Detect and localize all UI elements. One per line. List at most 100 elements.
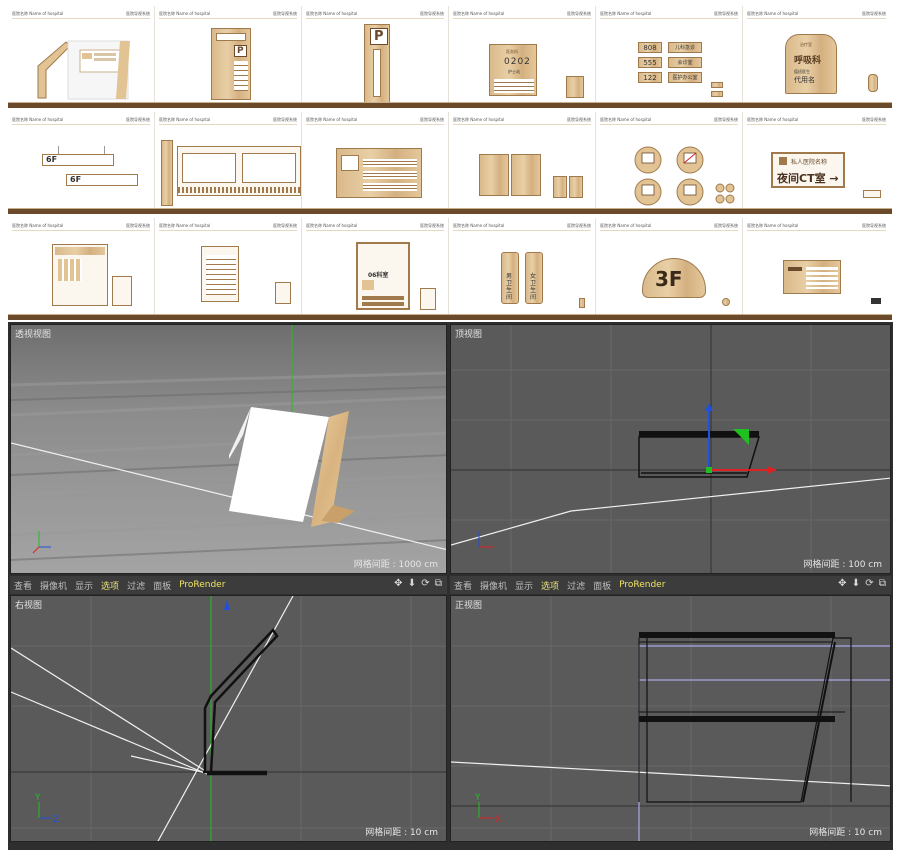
bulletin-mini xyxy=(420,288,436,310)
arrow-right-icon: → xyxy=(829,172,839,185)
viewport-label: 正视图 xyxy=(455,601,483,611)
top-viewport[interactable]: 顶视图 网格间距 : 100 cm xyxy=(450,324,891,574)
dept-tag: 治疗室 xyxy=(800,42,812,47)
room-subtitle: 护士站 xyxy=(508,69,520,74)
billboard-side-panel xyxy=(161,140,173,206)
menu-camera[interactable]: 摄像机 xyxy=(40,579,67,592)
catalog-cell[interactable]: 医院名称 Name of hospital 医院导视系统 06科室 xyxy=(302,218,449,314)
catalog-cell[interactable]: 医院名称 Name of hospital 医院导视系统 xyxy=(8,6,155,102)
cell-header-right: 医院导视系统 xyxy=(567,11,591,16)
respiratory-sign-mini xyxy=(868,74,878,92)
dept-number-plate: 122 xyxy=(638,72,662,83)
catalog-cell[interactable]: 医院名称 Name of hospital 医院导视系统 xyxy=(302,112,449,208)
cell-rule xyxy=(600,18,738,19)
cell-header-left: 医院名称 Name of hospital xyxy=(306,11,358,16)
menu-prorender[interactable]: ProRender xyxy=(619,580,665,590)
row-divider-band xyxy=(8,103,892,108)
doctor-name: 代用名 xyxy=(794,76,815,84)
axis-z-label: Z xyxy=(53,815,59,825)
notice-mini xyxy=(569,176,583,198)
cell-header-right: 医院导视系统 xyxy=(714,11,738,16)
room-door-sign-small xyxy=(566,76,584,98)
catalog-cell[interactable]: 医院名称 Name of hospital 医院导视系统 xyxy=(155,218,302,314)
catalog-cell[interactable]: 医院名称 Name of hospital 医院导视系统 808 儿科急诊 55… xyxy=(596,6,743,102)
catalog-cell[interactable]: 医院名称 Name of hospital 医院导视系统 6F 6F xyxy=(8,112,155,208)
axis-y-label: Y xyxy=(34,793,41,803)
cell-rule xyxy=(600,230,738,231)
catalog-cell[interactable]: 医院名称 Name of hospital 医院导视系统 男卫生间 女卫生间 xyxy=(449,218,596,314)
front-viewport[interactable]: Y X 正视图 网格间距 : 10 cm xyxy=(450,595,891,842)
menu-filter[interactable]: 过滤 xyxy=(567,579,585,592)
perspective-scene xyxy=(11,325,446,573)
right-viewport[interactable]: Y Z 右视图 网格间距 : 10 cm xyxy=(10,595,447,842)
cell-header-left: 医院名称 Name of hospital xyxy=(159,117,211,122)
parking-mark: P xyxy=(370,28,388,45)
menu-display[interactable]: 显示 xyxy=(515,579,533,592)
cell-rule xyxy=(453,230,591,231)
rules-board xyxy=(201,246,239,302)
hanging-floor-sign-top: 6F xyxy=(42,154,114,166)
viewport-tools-icon[interactable]: ✥ ⬇ ⟳ ⧉ xyxy=(394,578,443,589)
catalog-row-1: 医院名称 Name of hospital 医院导视系统 医院名称 Name o… xyxy=(8,6,892,108)
front-view-scene: Y X xyxy=(451,596,890,841)
viewport-tools-icon[interactable]: ✥ ⬇ ⟳ ⧉ xyxy=(838,578,887,589)
dept-number-plate: 808 xyxy=(638,42,662,53)
cell-rule xyxy=(306,18,444,19)
dept-title: 呼吸科 xyxy=(794,56,822,66)
directory-mini xyxy=(871,298,881,304)
cell-rule xyxy=(159,18,297,19)
ct-label-text: 夜间CT室 xyxy=(777,172,826,185)
menu-view[interactable]: 查看 xyxy=(454,579,472,592)
floor-number: 3F xyxy=(655,267,683,291)
room-door-sign: 医务科 0202 护士站 xyxy=(489,44,537,96)
rules-mini xyxy=(275,282,291,304)
grid-spacing: 网格间距 : 1000 cm xyxy=(353,560,438,570)
respiratory-dept-sign: 治疗室 呼吸科 值班医生 代用名 xyxy=(785,34,837,94)
menu-filter[interactable]: 过滤 xyxy=(127,579,145,592)
catalog-cell[interactable]: 医院名称 Name of hospital 医院导视系统 3F xyxy=(596,218,743,314)
catalog-cell[interactable]: 医院名称 Name of hospital 医院导视系统 xyxy=(449,112,596,208)
viewport-menubar-right: 查看 摄像机 显示 选项 过滤 面板 ProRender ✥ ⬇ ⟳ ⧉ xyxy=(450,576,891,594)
sign-front-outline xyxy=(638,632,852,803)
cell-header-left: 医院名称 Name of hospital xyxy=(306,117,358,122)
catalog-cell[interactable]: 医院名称 Name of hospital 医院导视系统 医务科 0202 护士… xyxy=(449,6,596,102)
menu-camera[interactable]: 摄像机 xyxy=(480,579,507,592)
right-view-scene: Y Z xyxy=(11,596,446,841)
perspective-viewport[interactable]: 透视视图 网格间距 : 1000 cm xyxy=(10,324,447,574)
catalog-cell[interactable]: 医院名称 Name of hospital 医院导视系统 xyxy=(596,112,743,208)
menu-options[interactable]: 选项 xyxy=(541,579,559,592)
flower-badge-signs xyxy=(634,146,735,206)
catalog-cell[interactable]: 医院名称 Name of hospital 医院导视系统 P xyxy=(302,6,449,106)
floor-map-mini xyxy=(112,276,132,306)
catalog-cell[interactable]: 医院名称 Name of hospital 医院导视系统 P xyxy=(155,6,302,102)
cell-rule xyxy=(159,230,297,231)
ct-room-sign: 私人医院名称 夜间CT室 → xyxy=(771,152,845,188)
catalog-cell[interactable]: 医院名称 Name of hospital 医院导视系统 xyxy=(155,112,302,208)
menu-prorender[interactable]: ProRender xyxy=(179,580,225,590)
catalog-cell[interactable]: 医院名称 Name of hospital 医院导视系统 xyxy=(8,218,155,314)
menu-view[interactable]: 查看 xyxy=(14,579,32,592)
hanging-floor-sign-bottom: 6F xyxy=(66,174,138,186)
sign-model-thumbnail xyxy=(37,40,130,100)
catalog-cell[interactable]: 医院名称 Name of hospital 医院导视系统 xyxy=(743,218,890,314)
menu-panel[interactable]: 面板 xyxy=(153,579,171,592)
cell-header-right: 医院导视系统 xyxy=(273,11,297,16)
cell-header-right: 医院导视系统 xyxy=(273,117,297,122)
cell-header-left: 医院名称 Name of hospital xyxy=(12,223,64,228)
viewport-menubar-left: 查看 摄像机 显示 选项 过滤 面板 ProRender ✥ ⬇ ⟳ ⧉ xyxy=(10,576,447,594)
floor-directory-plate xyxy=(783,260,841,294)
catalog-cell[interactable]: 医院名称 Name of hospital 医院导视系统 治疗室 呼吸科 值班医… xyxy=(743,6,890,102)
menu-panel[interactable]: 面板 xyxy=(593,579,611,592)
catalog-cell[interactable]: 医院名称 Name of hospital 医院导视系统 私人医院名称 夜间CT… xyxy=(743,112,890,208)
department-plates: 808 儿科急诊 555 会诊室 122 医护办公室 xyxy=(638,42,702,84)
dept-name-plate: 医护办公室 xyxy=(668,72,702,83)
menu-options[interactable]: 选项 xyxy=(101,579,119,592)
parking-mark: P xyxy=(234,45,247,57)
view-axis-gizmo xyxy=(38,802,51,819)
viewport-label: 顶视图 xyxy=(455,330,483,340)
cell-header-right: 医院导视系统 xyxy=(862,117,886,122)
grid-spacing: 网格间距 : 10 cm xyxy=(809,828,882,838)
info-board xyxy=(336,148,422,198)
cell-header-right: 医院导视系统 xyxy=(420,223,444,228)
menu-display[interactable]: 显示 xyxy=(75,579,93,592)
